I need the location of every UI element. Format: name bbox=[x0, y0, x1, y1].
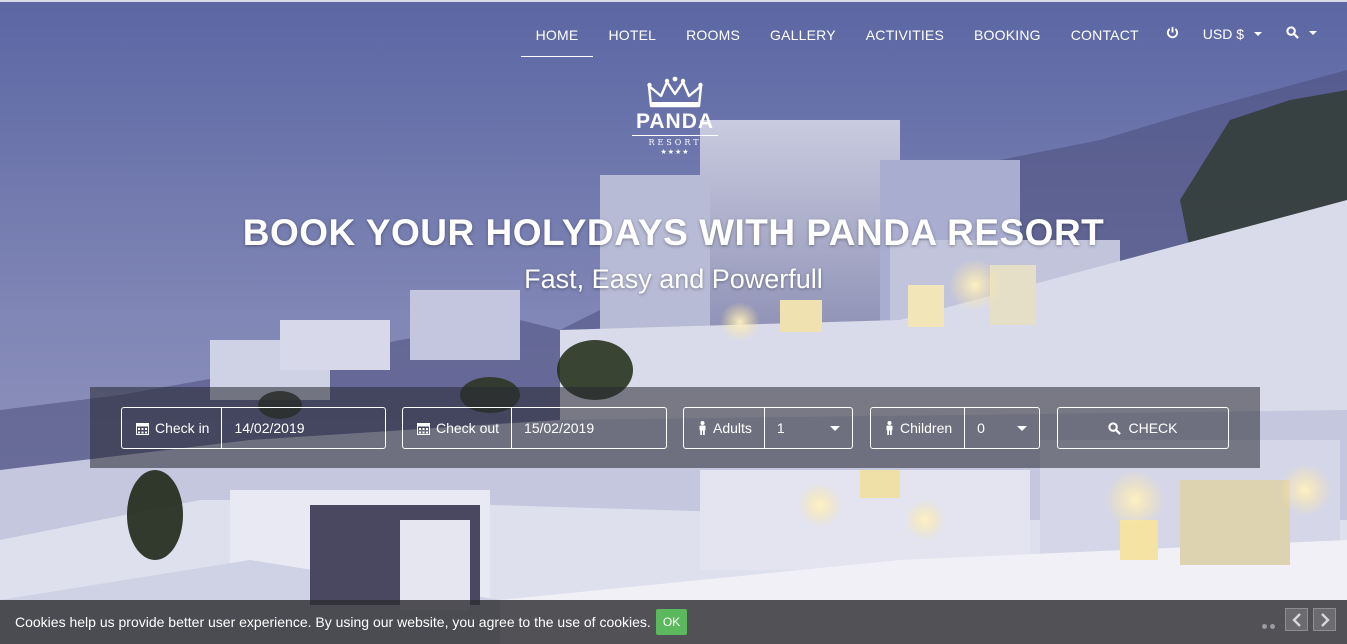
hero-subtitle: Fast, Easy and Powerfull bbox=[524, 264, 823, 294]
chevron-down-icon bbox=[1309, 30, 1317, 35]
checkin-field[interactable]: Check in 14/02/2019 bbox=[121, 407, 386, 449]
checkout-label-box: Check out bbox=[403, 408, 513, 448]
nav-gallery[interactable]: GALLERY bbox=[755, 20, 851, 56]
cookie-text: Cookies help us provide better user expe… bbox=[15, 614, 651, 630]
adults-field[interactable]: Adults 1 bbox=[683, 407, 853, 449]
nav-home[interactable]: HOME bbox=[520, 20, 594, 57]
chevron-right-icon bbox=[1320, 612, 1330, 627]
logo-divider bbox=[632, 135, 718, 136]
chevron-left-icon bbox=[1291, 612, 1302, 627]
nav-rooms[interactable]: ROOMS bbox=[671, 20, 755, 56]
currency-label: USD $ bbox=[1202, 26, 1244, 42]
search-icon bbox=[1286, 26, 1299, 39]
checkout-label: Check out bbox=[436, 420, 500, 436]
search-dropdown[interactable] bbox=[1274, 20, 1329, 45]
cookie-consent-bar: Cookies help us provide better user expe… bbox=[0, 600, 1347, 644]
resort-logo[interactable]: PANDA RESORT ★★★★ bbox=[625, 76, 725, 157]
main-navigation: HOME HOTEL ROOMS GALLERY ACTIVITIES BOOK… bbox=[520, 20, 1329, 57]
children-select[interactable]: 0 bbox=[965, 408, 1039, 448]
slider-dot[interactable] bbox=[1270, 624, 1275, 629]
slider-next-button[interactable] bbox=[1313, 608, 1336, 631]
person-icon bbox=[698, 421, 707, 435]
check-availability-button[interactable]: CHECK bbox=[1057, 407, 1229, 449]
logo-subtitle: RESORT bbox=[648, 138, 702, 147]
calendar-icon bbox=[417, 422, 430, 435]
children-label: Children bbox=[900, 420, 953, 436]
adults-label: Adults bbox=[713, 420, 752, 436]
checkout-input[interactable]: 15/02/2019 bbox=[512, 408, 666, 448]
calendar-icon bbox=[136, 422, 149, 435]
checkin-label-box: Check in bbox=[122, 408, 223, 448]
chevron-down-icon bbox=[1254, 32, 1262, 36]
children-field[interactable]: Children 0 bbox=[870, 407, 1040, 449]
children-label-box: Children bbox=[871, 408, 966, 448]
hero-title: BOOK YOUR HOLYDAYS WITH PANDA RESORT bbox=[242, 212, 1105, 253]
power-icon bbox=[1166, 26, 1179, 39]
slider-prev-button[interactable] bbox=[1285, 608, 1308, 631]
children-value: 0 bbox=[977, 420, 985, 436]
logo-stars: ★★★★ bbox=[660, 148, 690, 156]
nav-booking[interactable]: BOOKING bbox=[959, 20, 1056, 56]
top-border bbox=[0, 0, 1347, 2]
crown-icon bbox=[625, 76, 725, 110]
person-icon bbox=[885, 421, 894, 435]
search-icon bbox=[1108, 421, 1122, 435]
checkout-field[interactable]: Check out 15/02/2019 bbox=[402, 407, 667, 449]
slider-dot[interactable] bbox=[1262, 624, 1267, 629]
nav-activities[interactable]: ACTIVITIES bbox=[851, 20, 959, 56]
login-button[interactable] bbox=[1154, 20, 1191, 45]
adults-label-box: Adults bbox=[684, 408, 765, 448]
nav-hotel[interactable]: HOTEL bbox=[593, 20, 671, 56]
checkin-input[interactable]: 14/02/2019 bbox=[222, 408, 385, 448]
chevron-down-icon bbox=[1017, 425, 1027, 431]
chevron-down-icon bbox=[830, 425, 840, 431]
checkin-label: Check in bbox=[155, 420, 210, 436]
nav-contact[interactable]: CONTACT bbox=[1056, 20, 1154, 56]
booking-form: Check in 14/02/2019 Check out 15/02/2019… bbox=[90, 387, 1260, 468]
slider-dots bbox=[1262, 624, 1275, 629]
cookie-ok-button[interactable]: OK bbox=[655, 609, 688, 635]
currency-dropdown[interactable]: USD $ bbox=[1191, 20, 1274, 48]
logo-name: PANDA bbox=[635, 110, 715, 133]
check-button-label: CHECK bbox=[1128, 420, 1178, 436]
adults-value: 1 bbox=[776, 420, 785, 436]
adults-select[interactable]: 1 bbox=[765, 408, 852, 448]
